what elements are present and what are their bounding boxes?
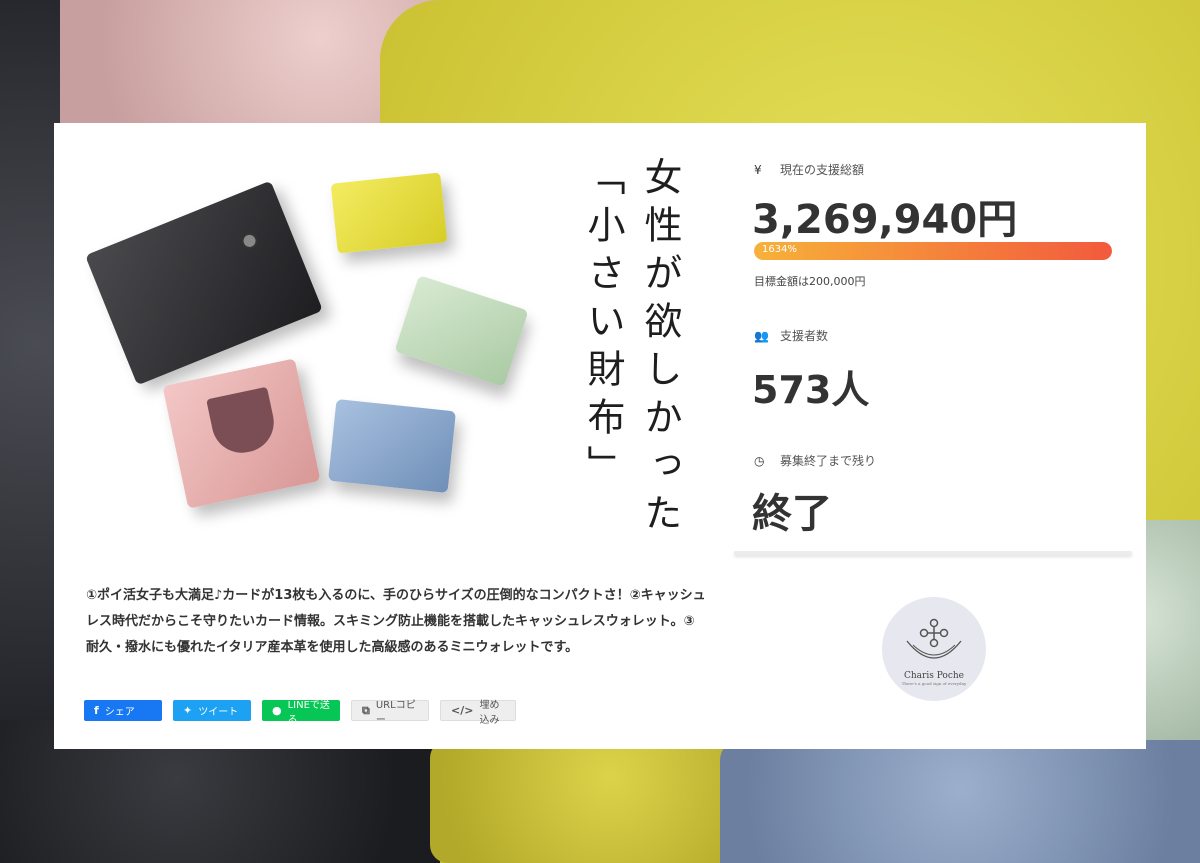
wallet-yellow-image (330, 172, 448, 254)
twitter-icon: ✦ (183, 704, 193, 717)
embed-label: 埋め込み (479, 699, 500, 726)
snap-button (239, 230, 260, 252)
amount-label-row: ¥ 現在の支援総額 (754, 161, 864, 178)
brand-logo-mark (906, 618, 962, 658)
project-description: ①ポイ活女子も大満足♪カードが13枚も入るのに、手のひらサイズの圧倒的なコンパク… (86, 588, 706, 655)
wallet-mint-image (394, 275, 529, 387)
facebook-icon: f (94, 704, 99, 717)
amount-label: 現在の支援総額 (780, 163, 865, 177)
yen-icon: ¥ (754, 162, 762, 177)
backers-value: 573人 (752, 368, 870, 412)
twitter-share-label: ツイート (198, 707, 239, 718)
backers-label-row: 👥 支援者数 (754, 327, 828, 344)
brand-logo[interactable]: Charis Poche There's a good sign of ever… (882, 597, 986, 701)
users-icon: 👥 (754, 328, 769, 343)
remaining-label-row: ◷ 募集終了まで残り (754, 452, 876, 469)
remaining-value: 終了 (752, 491, 832, 537)
funding-progress-fill: 1634% (754, 242, 1112, 260)
url-copy-label: URLコピー (375, 699, 416, 726)
goal-amount: 目標金額は200,000円 (754, 275, 866, 288)
wallet-blue-image (328, 398, 456, 494)
background-leather-blue (720, 740, 1200, 863)
line-icon: ● (272, 704, 282, 717)
project-hero-image: 女性が欲しかった「小さい財布」 (54, 123, 714, 563)
line-share-button[interactable]: ● LINEで送る (262, 700, 340, 726)
share-buttons: f シェア ✦ ツイート ● LINEで送る ⧉ URLコピー </> 埋め込み (84, 700, 516, 726)
line-share-label: LINEで送る (287, 699, 330, 726)
remaining-label: 募集終了まで残り (780, 454, 877, 468)
copy-icon: ⧉ (362, 703, 370, 717)
facebook-share-button[interactable]: f シェア (84, 700, 162, 721)
coin-pocket (206, 386, 280, 459)
amount-value: 3,269,940円 (752, 197, 1018, 243)
embed-button[interactable]: </> 埋め込み (440, 700, 516, 726)
wallet-black-image (85, 180, 323, 386)
stats-divider (734, 551, 1132, 555)
brand-tagline: There's a good sign of everyday (901, 680, 967, 686)
url-copy-button[interactable]: ⧉ URLコピー (351, 700, 429, 726)
funding-progress-bar: 1634% (754, 242, 1112, 260)
code-icon: </> (451, 704, 474, 717)
wallet-pink-image (162, 358, 321, 509)
clock-icon: ◷ (754, 453, 765, 468)
brand-name: Charis Poche (904, 670, 964, 681)
backers-label: 支援者数 (780, 329, 829, 343)
twitter-share-button[interactable]: ✦ ツイート (173, 700, 251, 721)
facebook-share-label: シェア (104, 707, 135, 718)
project-card: 女性が欲しかった「小さい財布」 ①ポイ活女子も大満足♪カードが13枚も入るのに、… (54, 123, 1146, 749)
hero-title: 女性が欲しかった「小さい財布」 (581, 157, 682, 541)
funding-progress-text: 1634% (762, 244, 797, 255)
